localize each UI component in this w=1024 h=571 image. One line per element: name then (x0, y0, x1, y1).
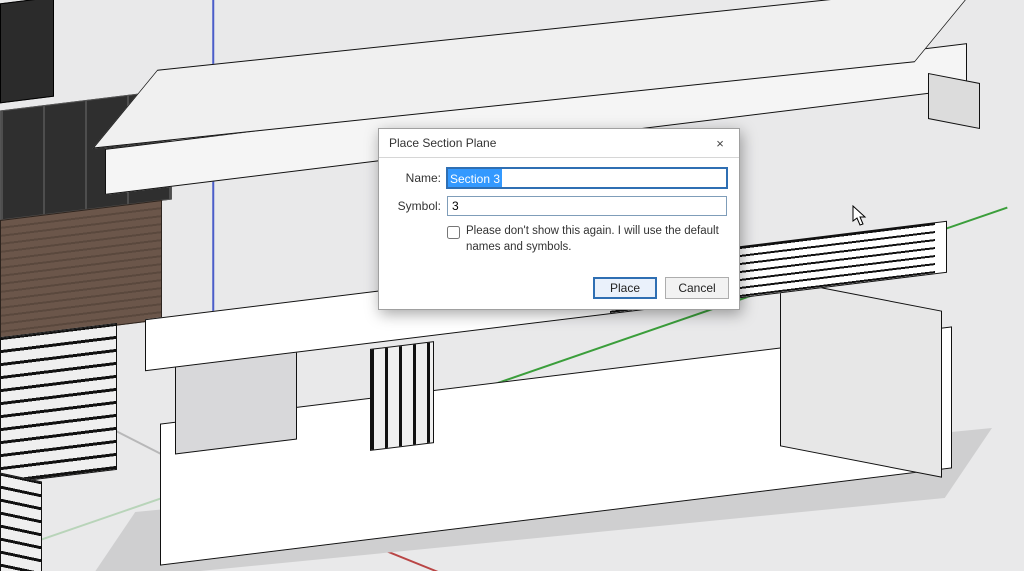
roof-fascia-right (928, 73, 980, 129)
dont-show-again-label: Please don't show this again. I will use… (466, 224, 727, 255)
corner-louver-window-side (0, 473, 42, 571)
corner-louver-window (0, 323, 117, 484)
symbol-field[interactable] (447, 196, 727, 216)
symbol-label: Symbol: (391, 199, 447, 213)
fins-left (370, 341, 434, 451)
dialog-body: Name: Section 3 Symbol: Please don't sho… (379, 158, 739, 271)
dont-show-again-checkbox[interactable] (447, 226, 460, 239)
cancel-button[interactable]: Cancel (665, 277, 729, 299)
name-field[interactable]: Section 3 (447, 168, 727, 188)
dialog-title-text: Place Section Plane (389, 136, 496, 150)
place-button[interactable]: Place (593, 277, 657, 299)
mouse-cursor-icon (852, 205, 868, 227)
front-door (0, 0, 54, 103)
dialog-titlebar[interactable]: Place Section Plane × (379, 129, 739, 158)
place-section-plane-dialog: Place Section Plane × Name: Section 3 Sy… (378, 128, 740, 310)
name-label: Name: (391, 171, 447, 185)
stone-wall (0, 200, 162, 340)
name-field-value: Section 3 (448, 169, 502, 187)
dialog-button-row: Place Cancel (379, 271, 739, 309)
model-viewport[interactable]: Place Section Plane × Name: Section 3 Sy… (0, 0, 1024, 571)
side-wall-right (780, 279, 942, 477)
close-icon[interactable]: × (707, 133, 733, 153)
